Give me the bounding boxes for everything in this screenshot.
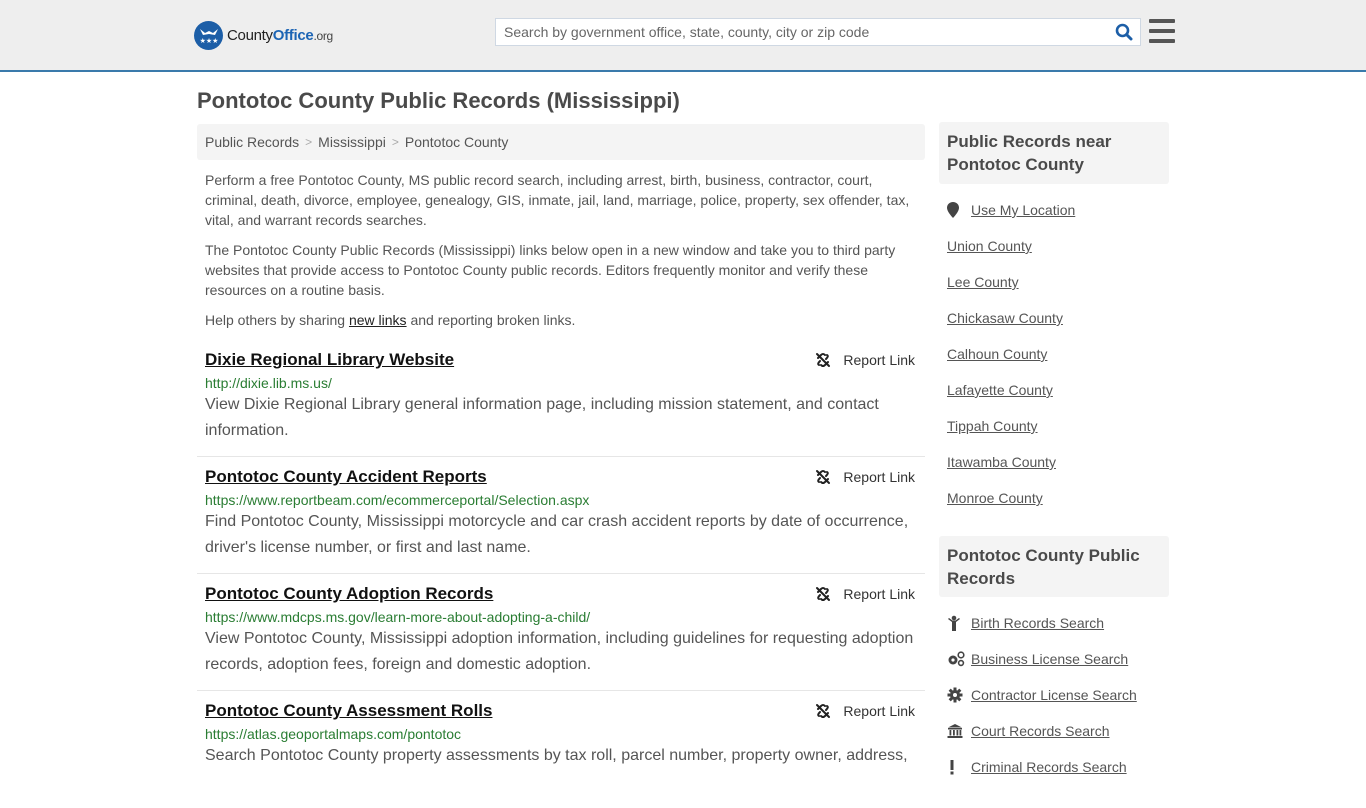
record-title-link[interactable]: Dixie Regional Library Website: [205, 350, 454, 370]
nearby-county-link[interactable]: Union County: [947, 238, 1032, 254]
nearby-records-heading: Public Records near Pontotoc County: [939, 122, 1169, 184]
record-item: Pontotoc County Adoption Records Report …: [197, 574, 925, 691]
nearby-county-item: Lafayette County: [947, 372, 1169, 408]
records-list: Dixie Regional Library Website Report Li…: [197, 340, 925, 808]
courthouse-icon: [947, 723, 971, 739]
birth-records-link[interactable]: Birth Records Search: [971, 615, 1104, 631]
nearby-county-item: Lee County: [947, 264, 1169, 300]
breadcrumb: Public Records > Mississippi > Pontotoc …: [197, 124, 925, 160]
nearby-county-link[interactable]: Calhoun County: [947, 346, 1047, 362]
nearby-county-item: Monroe County: [947, 480, 1169, 516]
nearby-county-link[interactable]: Monroe County: [947, 490, 1043, 506]
report-link-button[interactable]: Report Link: [815, 469, 915, 485]
nearby-county-item: Chickasaw County: [947, 300, 1169, 336]
report-link-button[interactable]: Report Link: [815, 703, 915, 719]
breadcrumb-separator: >: [391, 135, 399, 149]
report-link-button[interactable]: Report Link: [815, 586, 915, 602]
record-description: Find Pontotoc County, Mississippi motorc…: [205, 513, 909, 556]
search-icon: [1115, 23, 1133, 41]
hamburger-menu-icon[interactable]: [1149, 19, 1175, 43]
gear-icon: [947, 687, 971, 703]
child-icon: [947, 615, 971, 631]
record-title-link[interactable]: Pontotoc County Accident Reports: [205, 467, 487, 487]
county-records-list: Birth Records Search Business License Se…: [947, 605, 1169, 785]
criminal-records-link[interactable]: Criminal Records Search: [971, 759, 1127, 775]
logo-text: CountyOffice.org: [227, 26, 333, 44]
new-links-link[interactable]: new links: [349, 312, 407, 328]
record-url[interactable]: https://www.reportbeam.com/ecommerceport…: [205, 492, 917, 508]
page-title: Pontotoc County Public Records (Mississi…: [197, 88, 680, 113]
record-item: Pontotoc County Accident Reports Report …: [197, 457, 925, 574]
record-description: Search Pontotoc County property assessme…: [205, 747, 908, 764]
broken-link-icon: [816, 587, 831, 601]
county-record-item: Criminal Records Search: [947, 749, 1169, 785]
search-box: [495, 18, 1141, 46]
nearby-county-item: Union County: [947, 228, 1169, 264]
use-my-location-link[interactable]: Use My Location: [971, 202, 1075, 218]
nearby-county-link[interactable]: Chickasaw County: [947, 310, 1063, 326]
intro-paragraph-3: Help others by sharing new links and rep…: [205, 312, 576, 328]
map-marker-icon: [947, 202, 971, 218]
site-logo[interactable]: ★★★ CountyOffice.org: [194, 20, 333, 50]
nearby-county-item: Calhoun County: [947, 336, 1169, 372]
intro-paragraph-1: Perform a free Pontotoc County, MS publi…: [205, 172, 910, 228]
county-record-item: Court Records Search: [947, 713, 1169, 749]
breadcrumb-public-records[interactable]: Public Records: [205, 134, 299, 150]
intro-text: Perform a free Pontotoc County, MS publi…: [205, 170, 917, 340]
record-url[interactable]: https://www.mdcps.ms.gov/learn-more-abou…: [205, 609, 917, 625]
exclamation-icon: [947, 759, 971, 775]
record-title-link[interactable]: Pontotoc County Adoption Records: [205, 584, 493, 604]
record-item: Dixie Regional Library Website Report Li…: [197, 340, 925, 457]
record-description: View Pontotoc County, Mississippi adopti…: [205, 630, 914, 673]
nearby-county-link[interactable]: Lee County: [947, 274, 1019, 290]
search-button[interactable]: [1108, 19, 1140, 45]
search-input[interactable]: [496, 19, 1108, 45]
record-description: View Dixie Regional Library general info…: [205, 396, 879, 439]
broken-link-icon: [816, 704, 831, 718]
county-record-item: Birth Records Search: [947, 605, 1169, 641]
report-link-button[interactable]: Report Link: [815, 352, 915, 368]
record-url[interactable]: https://atlas.geoportalmaps.com/pontotoc: [205, 726, 917, 742]
county-records-heading: Pontotoc County Public Records: [939, 536, 1169, 597]
broken-link-icon: [816, 353, 831, 367]
cogs-icon: [947, 651, 971, 667]
record-item: Pontotoc County Assessment Rolls Report …: [197, 691, 925, 808]
county-record-item: Contractor License Search: [947, 677, 1169, 713]
svg-text:★★★: ★★★: [199, 37, 218, 45]
use-my-location-item: Use My Location: [947, 192, 1169, 228]
nearby-counties-list: Use My Location Union County Lee County …: [947, 192, 1169, 516]
record-url[interactable]: http://dixie.lib.ms.us/: [205, 375, 917, 391]
record-title-link[interactable]: Pontotoc County Assessment Rolls: [205, 701, 492, 721]
broken-link-icon: [816, 470, 831, 484]
county-record-item: Business License Search: [947, 641, 1169, 677]
breadcrumb-pontotoc-county[interactable]: Pontotoc County: [405, 134, 509, 150]
eagle-logo-icon: ★★★: [194, 20, 223, 50]
nearby-county-link[interactable]: Itawamba County: [947, 454, 1056, 470]
site-header: ★★★ CountyOffice.org: [0, 0, 1366, 72]
business-license-link[interactable]: Business License Search: [971, 651, 1128, 667]
court-records-link[interactable]: Court Records Search: [971, 723, 1110, 739]
nearby-county-link[interactable]: Tippah County: [947, 418, 1038, 434]
intro-paragraph-2: The Pontotoc County Public Records (Miss…: [205, 242, 896, 298]
nearby-county-item: Itawamba County: [947, 444, 1169, 480]
contractor-license-link[interactable]: Contractor License Search: [971, 687, 1137, 703]
breadcrumb-separator: >: [305, 135, 313, 149]
breadcrumb-mississippi[interactable]: Mississippi: [318, 134, 386, 150]
nearby-county-link[interactable]: Lafayette County: [947, 382, 1053, 398]
nearby-county-item: Tippah County: [947, 408, 1169, 444]
